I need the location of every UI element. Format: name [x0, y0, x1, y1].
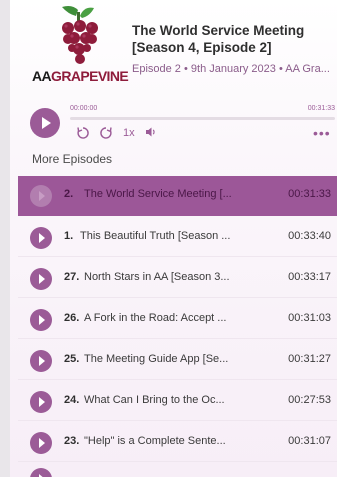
episode-play-button[interactable] — [30, 468, 52, 477]
episode-play-button[interactable] — [30, 268, 52, 290]
episode-row[interactable]: 1. This Beautiful Truth [Season ... 00:3… — [18, 218, 337, 257]
episode-play-button[interactable] — [30, 227, 52, 249]
episode-duration: 00:33:17 — [288, 271, 331, 283]
episode-number: 23. — [64, 435, 80, 447]
episode-row[interactable]: 26. A Fork in the Road: Accept ... 00:31… — [18, 300, 337, 339]
progress-bar[interactable] — [70, 117, 335, 120]
episode-title: What Can I Bring to the Oc... — [84, 394, 225, 406]
episode-duration: 00:31:33 — [288, 188, 331, 200]
episode-title: The Meeting Guide App [Se... — [84, 353, 229, 365]
episode-number: 24. — [64, 394, 80, 406]
episode-number: 26. — [64, 312, 80, 324]
play-button[interactable] — [30, 108, 60, 138]
logo-wordmark: AAGRAPEVINE — [32, 68, 129, 84]
episode-duration: 00:31:03 — [288, 312, 331, 324]
more-episodes-heading: More Episodes — [32, 152, 113, 166]
episode-title: A Fork in the Road: Accept ... — [84, 312, 227, 324]
episode-number: 1. — [64, 230, 74, 242]
episode-title: The World Service Meeting [... — [84, 188, 232, 200]
episode-number: 27. — [64, 271, 80, 283]
episode-duration: 00:31:07 — [288, 435, 331, 447]
episode-row-partial[interactable] — [18, 464, 337, 477]
episode-duration: 00:27:53 — [288, 394, 331, 406]
episode-play-button[interactable] — [30, 309, 52, 331]
episode-row[interactable]: 23. "Help" is a Complete Sente... 00:31:… — [18, 423, 337, 462]
episode-play-button[interactable] — [30, 432, 52, 454]
grape-cluster-icon — [62, 6, 98, 64]
total-time: 00:31:33 — [307, 105, 335, 112]
episode-row[interactable]: 25. The Meeting Guide App [Se... 00:31:2… — [18, 341, 337, 380]
episode-title: "Help" is a Complete Sente... — [84, 435, 226, 447]
episode-list: 2. The World Service Meeting [... 00:31:… — [18, 176, 337, 477]
episode-title: The World Service Meeting [Season 4, Epi… — [132, 23, 305, 55]
episode-play-button[interactable] — [30, 350, 52, 372]
episode-number: 2. — [64, 188, 74, 200]
episode-title: This Beautiful Truth [Season ... — [80, 230, 231, 242]
episode-number: 25. — [64, 353, 80, 365]
volume-icon[interactable] — [145, 126, 157, 140]
episode-row[interactable]: 27. North Stars in AA [Season 3... 00:33… — [18, 259, 337, 298]
rewind-icon[interactable] — [76, 126, 90, 140]
forward-icon[interactable] — [99, 126, 113, 140]
episode-duration: 00:31:27 — [288, 353, 331, 365]
episode-duration: 00:33:40 — [288, 230, 331, 242]
episode-play-button[interactable] — [30, 185, 52, 207]
episode-play-button[interactable] — [30, 391, 52, 413]
podcast-player-panel: AAGRAPEVINE The World Service Meeting [S… — [10, 0, 337, 477]
audio-player: 00:00:00 00:31:33 1x ••• — [10, 100, 337, 148]
episode-row-active[interactable]: 2. The World Service Meeting [... 00:31:… — [18, 176, 337, 216]
more-dots-icon[interactable]: ••• — [313, 126, 331, 140]
episode-title: North Stars in AA [Season 3... — [84, 271, 230, 283]
current-time: 00:00:00 — [70, 105, 98, 112]
aa-grapevine-logo: AAGRAPEVINE — [32, 4, 129, 86]
episode-header: AAGRAPEVINE The World Service Meeting [S… — [10, 0, 337, 96]
episode-row[interactable]: 24. What Can I Bring to the Oc... 00:27:… — [18, 382, 337, 421]
playback-speed-button[interactable]: 1x — [123, 126, 135, 140]
episode-meta: Episode 2 • 9th January 2023 • AA Gra... — [132, 63, 330, 75]
